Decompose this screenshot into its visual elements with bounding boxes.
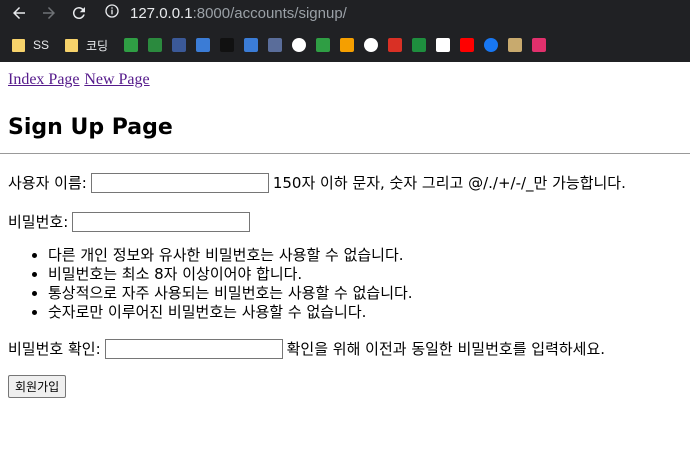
dash-icon <box>148 38 163 52</box>
password-confirm-input[interactable] <box>104 338 283 359</box>
browser-chrome: 127.0.0.1:8000/accounts/signup/ SS 코딩 <box>0 0 690 62</box>
bookmark-notion-n[interactable] <box>124 35 139 55</box>
username-help: 150자 이하 문자, 숫자 그리고 @/./+/-/_만 가능합니다. <box>272 174 626 192</box>
bookmark-gmail[interactable] <box>388 35 403 55</box>
confirm-help: 확인을 위해 이전과 동일한 비밀번호를 입력하세요. <box>286 340 606 358</box>
page-content: Index Page New Page Sign Up Page 사용자 이름:… <box>0 62 690 398</box>
top-nav: Index Page New Page <box>8 70 690 89</box>
divider <box>0 153 690 154</box>
terminal-icon <box>220 38 235 52</box>
bookmark-code[interactable] <box>268 35 283 55</box>
forward-button[interactable] <box>38 2 60 24</box>
confirm-label: 비밀번호 확인: <box>8 340 101 358</box>
bookmarks-bar: SS 코딩 <box>0 34 690 56</box>
info-icon[interactable] <box>104 3 120 23</box>
feather-icon <box>172 38 187 52</box>
page-title: Sign Up Page <box>8 115 173 140</box>
url-host: 127.0.0.1 <box>130 4 193 22</box>
password-rules: 다른 개인 정보와 유사한 비밀번호는 사용할 수 없습니다. 비밀번호는 최소… <box>8 246 690 322</box>
gmail-icon <box>388 38 403 52</box>
bookmark-google[interactable] <box>364 35 379 55</box>
bookmark-feather[interactable] <box>172 35 187 55</box>
bookmark-folder-coding[interactable]: 코딩 <box>65 35 114 55</box>
bookmark-ac[interactable] <box>316 35 331 55</box>
bookmark-facebook[interactable] <box>484 35 499 55</box>
bookmark-s[interactable] <box>244 35 259 55</box>
password-rule: 통상적으로 자주 사용되는 비밀번호는 사용할 수 없습니다. <box>48 284 690 303</box>
address-bar[interactable]: 127.0.0.1:8000/accounts/signup/ <box>104 1 347 25</box>
username-label: 사용자 이름: <box>8 174 87 192</box>
ac-icon <box>316 38 331 52</box>
browser-toolbar: 127.0.0.1:8000/accounts/signup/ <box>0 0 690 26</box>
reload-icon <box>72 7 85 20</box>
bookmark-dash[interactable] <box>148 35 163 55</box>
bookmark-league[interactable] <box>508 35 523 55</box>
password-rule: 다른 개인 정보와 유사한 비밀번호는 사용할 수 없습니다. <box>48 246 690 265</box>
folder-icon <box>12 38 25 52</box>
username-input[interactable] <box>90 172 269 193</box>
warning-icon <box>340 38 355 52</box>
folder-icon <box>65 38 79 52</box>
forward-arrow-icon <box>43 7 55 19</box>
signup-button[interactable]: 회원가입 <box>8 375 67 398</box>
index-page-link[interactable]: Index Page <box>8 71 80 88</box>
bookmark-folder-ss[interactable]: SS <box>12 35 55 55</box>
username-row: 사용자 이름: 150자 이하 문자, 숫자 그리고 @/./+/-/_만 가능… <box>8 172 690 193</box>
bookmark-vscode[interactable] <box>196 35 211 55</box>
code-icon <box>268 38 283 52</box>
github-icon <box>292 38 307 52</box>
password-rule: 비밀번호는 최소 8자 이상이어야 합니다. <box>48 265 690 284</box>
confirm-row: 비밀번호 확인: 확인을 위해 이전과 동일한 비밀번호를 입력하세요. <box>8 338 690 359</box>
facebook-icon <box>484 38 499 52</box>
bookmark-warning[interactable] <box>340 35 355 55</box>
notion-n-icon <box>124 38 139 52</box>
vscode-icon <box>196 38 211 52</box>
youtube-icon <box>460 38 475 52</box>
bookmark-drive[interactable] <box>412 35 427 55</box>
back-arrow-icon <box>13 7 25 19</box>
password-label: 비밀번호: <box>8 213 69 231</box>
back-button[interactable] <box>8 2 30 24</box>
bookmark-youtube[interactable] <box>460 35 475 55</box>
instagram-icon <box>532 38 547 52</box>
google-icon <box>364 38 379 52</box>
s-icon <box>244 38 259 52</box>
password-input[interactable] <box>72 211 251 232</box>
password-row: 비밀번호: <box>8 211 690 232</box>
league-icon <box>508 38 523 52</box>
url-path: :8000/accounts/signup/ <box>192 4 347 22</box>
new-page-link[interactable]: New Page <box>84 71 149 88</box>
drive-icon <box>412 38 427 52</box>
bookmark-notion[interactable] <box>436 35 451 55</box>
bookmark-github[interactable] <box>292 35 307 55</box>
reload-button[interactable] <box>68 2 90 24</box>
password-rule: 숫자로만 이루어진 비밀번호는 사용할 수 없습니다. <box>48 303 690 322</box>
bookmark-instagram[interactable] <box>532 35 547 55</box>
notion-icon <box>436 38 451 52</box>
bookmark-terminal[interactable] <box>220 35 235 55</box>
